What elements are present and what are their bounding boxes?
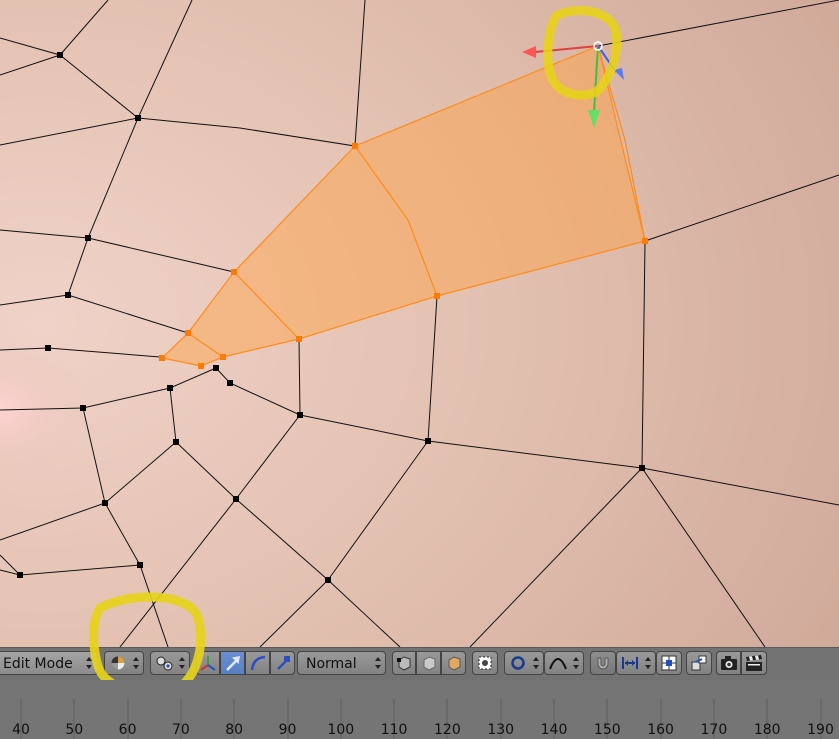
rotate-icon <box>250 655 266 671</box>
snap-element-icon <box>622 657 638 669</box>
dropdown-arrows-icon <box>645 657 651 669</box>
pivot-point-icon <box>156 656 173 671</box>
manipulator-toggle[interactable] <box>196 651 220 675</box>
vertex-select-icon <box>397 656 411 671</box>
orientation-label: Normal <box>306 656 357 672</box>
3d-view-header: Edit Mode Normal <box>0 592 839 699</box>
timeline-frame-label: 130 <box>487 722 515 738</box>
retopology-button[interactable] <box>686 651 712 675</box>
timeline-frame-label: 50 <box>65 722 84 738</box>
snap-target-icon <box>661 655 677 671</box>
dropdown-arrows-icon <box>573 657 579 669</box>
timeline-frame-label: 60 <box>118 722 137 738</box>
edge-select-icon <box>423 656 436 671</box>
timeline-frame-label: 70 <box>171 722 190 738</box>
timeline-frame-label: 190 <box>807 722 834 738</box>
snap-target-button[interactable] <box>656 651 682 675</box>
face-select-button[interactable] <box>441 651 466 675</box>
snap-magnet-icon <box>597 657 609 670</box>
scale-manipulator-button[interactable] <box>270 651 295 675</box>
snap-element-dropdown[interactable] <box>616 651 656 675</box>
timeline-frame-label: 80 <box>225 722 244 738</box>
timeline-frame-label: 40 <box>12 722 30 738</box>
proportional-edit-dropdown[interactable] <box>504 651 544 675</box>
timeline-frame-label: 170 <box>700 722 728 738</box>
limit-selection-button[interactable] <box>472 651 498 675</box>
vertex-select-button[interactable] <box>392 651 416 675</box>
falloff-icon <box>549 658 567 670</box>
snap-toggle[interactable] <box>590 651 616 675</box>
dropdown-arrows-icon <box>133 657 139 669</box>
rotate-manipulator-button[interactable] <box>245 651 270 675</box>
translate-icon <box>226 656 240 671</box>
falloff-dropdown[interactable] <box>544 651 584 675</box>
viewport-shading-icon <box>111 656 125 670</box>
face-select-icon <box>448 656 461 671</box>
retopo-icon <box>691 655 707 671</box>
limit-selection-icon <box>478 656 492 670</box>
timeline-frame-label: 110 <box>380 722 408 738</box>
timeline-frame-label: 120 <box>434 722 461 738</box>
timeline-frame-label: 100 <box>327 722 355 738</box>
render-opengl-still-button[interactable] <box>716 651 741 675</box>
timeline-frame-label: 140 <box>540 722 568 738</box>
dropdown-arrows-icon <box>375 657 381 669</box>
proportional-edit-icon <box>511 656 525 670</box>
render-opengl-animation-button[interactable] <box>741 651 767 675</box>
timeline-ruler[interactable]: 40 50 60 70 80 90 100 110 120 130 140 150 160 170 180 1… <box>0 680 839 739</box>
translate-manipulator-button[interactable] <box>220 651 245 675</box>
render-animation-icon <box>746 655 762 671</box>
timeline-frame-label: 90 <box>278 722 297 738</box>
pivot-orientation-dropdown[interactable]: Normal <box>297 651 386 675</box>
3d-viewport[interactable] <box>0 0 839 647</box>
dropdown-arrows-icon <box>533 657 539 669</box>
mode-selector[interactable]: Edit Mode <box>0 651 98 675</box>
timeline-frame-label: 160 <box>647 722 674 738</box>
mode-label: Edit Mode <box>3 656 73 672</box>
dropdown-arrows-icon <box>179 657 185 669</box>
3d-manipulator-icon <box>200 656 216 671</box>
dropdown-arrows-icon <box>86 657 92 669</box>
viewport-shading-dropdown[interactable] <box>104 651 144 675</box>
scale-icon <box>277 656 290 670</box>
edge-select-button[interactable] <box>416 651 441 675</box>
timeline-frame-label: 150 <box>593 722 621 738</box>
pivot-point-dropdown[interactable] <box>150 651 190 675</box>
render-still-icon <box>721 656 737 670</box>
timeline-frame-label: 180 <box>753 722 781 738</box>
